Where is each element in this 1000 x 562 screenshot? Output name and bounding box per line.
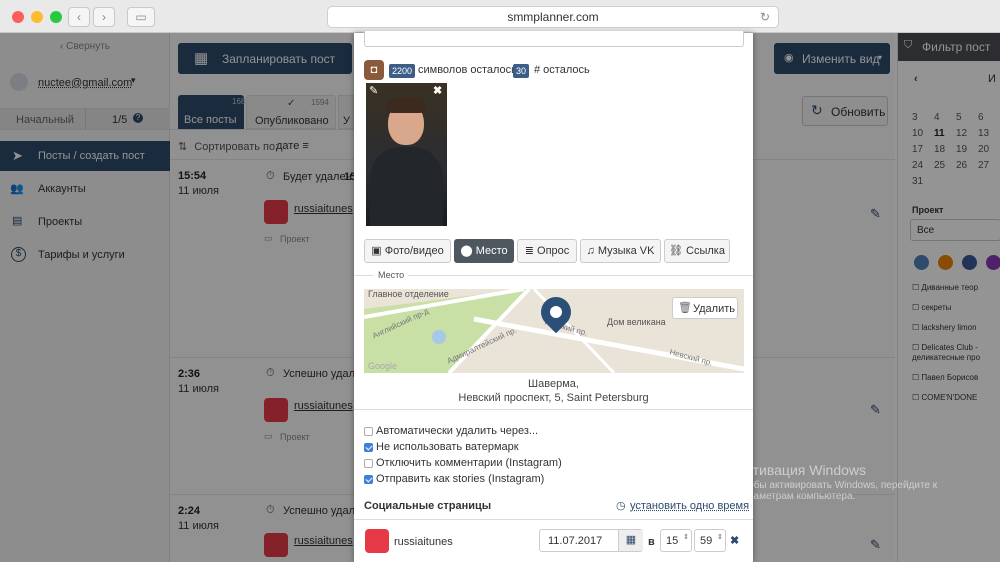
map-label-giant-house: Дом великана [607, 317, 666, 327]
chars-left-label: символов осталось [418, 64, 517, 76]
tab-place[interactable]: ⬤ Место [454, 239, 514, 263]
tab-label: Опрос [537, 245, 570, 257]
watermark-line: параметрам компьютера. [737, 491, 856, 502]
disable-comments-checkbox[interactable] [364, 459, 373, 468]
auto-delete-checkbox[interactable] [364, 427, 373, 436]
hour-value: 15 [666, 535, 679, 547]
address-bar[interactable]: smmplanner.com ↻ [327, 6, 779, 28]
photo-hoodie [370, 147, 443, 226]
pencil-icon[interactable]: ✎ [369, 84, 378, 97]
tab-label: Место [475, 245, 508, 257]
windows-activation-watermark: Активация Windows Чтобы активировать Win… [737, 462, 937, 502]
url-text: smmplanner.com [507, 10, 599, 24]
map-label-post-office: Главное отделение [368, 289, 449, 299]
delete-place-label: Удалить [693, 303, 735, 315]
date-input[interactable]: 11.07.2017 ▦ [539, 529, 643, 552]
stepper-icon: ⇕ [717, 534, 723, 541]
at-label: в [648, 536, 655, 548]
tab-photo-video[interactable]: ▣ Фото/видео [364, 239, 451, 263]
pin-icon: ⬤ [460, 245, 473, 257]
back-icon[interactable]: ‹ [68, 7, 90, 27]
tab-label: Музыка VK [597, 245, 655, 257]
link-icon: ⛓ [669, 245, 683, 257]
map-pin-center [550, 306, 562, 318]
option-label: Отправить как stories (Instagram) [376, 473, 545, 485]
divider [354, 519, 753, 520]
account-avatar [365, 529, 389, 553]
hashtags-left-badge: 30 [513, 64, 530, 78]
post-text-area[interactable] [364, 31, 744, 47]
place-map[interactable]: Главное отделение Дом великана Невский п… [364, 289, 744, 373]
image-icon: ▣ [371, 245, 382, 257]
hour-select[interactable]: 15 ⇕ [660, 529, 692, 552]
option-label: Отключить комментарии (Instagram) [376, 457, 562, 469]
account-name: russiaitunes [394, 536, 453, 548]
place-name: Шаверма, [528, 378, 579, 390]
clock-icon: ◷ [616, 500, 626, 512]
hashtags-left-label: # осталось [534, 64, 590, 76]
send-as-stories-checkbox[interactable] [364, 475, 373, 484]
uploaded-photo: ✎ ✖ [366, 83, 447, 226]
zoom-window-button[interactable] [50, 11, 62, 23]
minute-select[interactable]: 59 ⇕ [694, 529, 726, 552]
tab-link[interactable]: ⛓ Ссылка [664, 239, 730, 263]
stepper-icon: ⇕ [683, 534, 689, 541]
option-label: Автоматически удалить через... [376, 425, 539, 437]
tab-label: Ссылка [686, 245, 725, 257]
social-pages-title: Социальные страницы [364, 500, 492, 512]
tab-poll[interactable]: ≣ Опрос [517, 239, 577, 263]
delete-place-button[interactable]: 🗑 Удалить [672, 297, 738, 319]
watermark-line: Чтобы активировать Windows, перейдите к [737, 480, 938, 491]
watermark-title: Активация Windows [737, 462, 867, 478]
google-logo: Google [368, 361, 398, 371]
option-label: Не использовать ватермарк [376, 441, 519, 453]
minimize-window-button[interactable] [31, 11, 43, 23]
no-watermark-checkbox[interactable] [364, 443, 373, 452]
place-address: Невский проспект, 5, Saint Petersburg [458, 392, 649, 404]
close-window-button[interactable] [12, 11, 24, 23]
instagram-icon: ◘ [364, 60, 384, 80]
minute-value: 59 [700, 535, 713, 547]
browser-titlebar: ‹ › ▭ smmplanner.com ↻ [0, 0, 1000, 33]
divider [354, 275, 753, 276]
divider [354, 409, 753, 410]
date-value: 11.07.2017 [548, 535, 603, 547]
sidebar-toggle-icon[interactable]: ▭ [127, 7, 155, 27]
list-icon: ≣ [524, 245, 534, 257]
remove-account-icon[interactable]: ✖ [730, 534, 739, 547]
chars-left-badge: 2200 [389, 64, 416, 78]
reload-icon[interactable]: ↻ [760, 7, 770, 27]
trash-icon: 🗑 [678, 302, 692, 314]
tab-music-vk[interactable]: ♫ Музыка VK [580, 239, 661, 263]
tab-label: Фото/видео [384, 245, 444, 257]
place-legend: Место [374, 270, 409, 280]
set-one-time-link[interactable]: установить одно время [630, 500, 749, 512]
calendar-icon[interactable]: ▦ [618, 530, 643, 551]
close-icon[interactable]: ✖ [433, 84, 442, 97]
photo-hair [386, 97, 426, 113]
music-icon: ♫ [586, 245, 595, 257]
create-post-modal: ◘ 2200 символов осталось 30 # осталось ✎… [354, 31, 753, 562]
forward-icon[interactable]: › [93, 7, 115, 27]
